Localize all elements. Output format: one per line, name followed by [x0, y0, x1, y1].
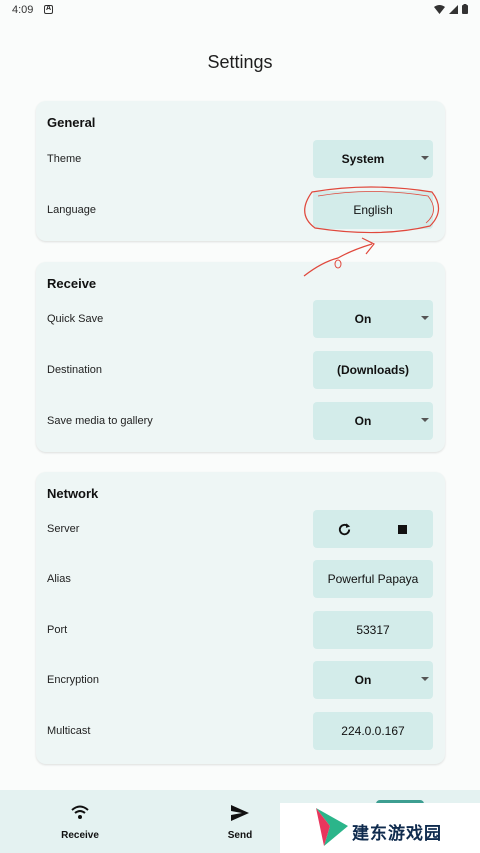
- nav-receive-label: Receive: [61, 830, 99, 841]
- language-button[interactable]: English: [313, 191, 433, 229]
- network-card: Network Server Alias Powerful Papaya Por…: [36, 472, 445, 764]
- alias-field[interactable]: Powerful Papaya: [313, 560, 433, 598]
- status-time: 4:09: [12, 4, 34, 16]
- quick-save-label: Quick Save: [47, 313, 104, 325]
- nav-send[interactable]: Send: [200, 790, 280, 853]
- nav-send-label: Send: [227, 830, 253, 841]
- multicast-label: Multicast: [47, 725, 91, 737]
- save-media-value: On: [354, 414, 372, 428]
- a-notification-icon: A: [44, 5, 53, 14]
- receive-title: Receive: [47, 276, 97, 291]
- chevron-down-icon: [421, 418, 429, 422]
- chevron-down-icon: [421, 156, 429, 160]
- save-media-label: Save media to gallery: [47, 415, 153, 427]
- signal-icon: [449, 4, 458, 14]
- save-media-dropdown[interactable]: On: [313, 402, 433, 440]
- destination-value: (Downloads): [337, 363, 409, 377]
- server-controls: [313, 510, 433, 548]
- receive-card: Receive Quick Save On Destination (Downl…: [36, 262, 445, 452]
- language-label: Language: [47, 204, 96, 216]
- destination-label: Destination: [47, 364, 103, 376]
- wifi-icon: [434, 4, 445, 14]
- encryption-label: Encryption: [47, 674, 99, 686]
- encryption-value: On: [354, 673, 372, 687]
- watermark-text: 建东游戏园: [352, 824, 442, 843]
- theme-label: Theme: [47, 153, 82, 165]
- alias-value: Powerful Papaya: [327, 572, 419, 586]
- multicast-field[interactable]: 224.0.0.167: [313, 712, 433, 750]
- port-field[interactable]: 53317: [313, 611, 433, 649]
- destination-button[interactable]: (Downloads): [313, 351, 433, 389]
- language-value: English: [353, 203, 393, 217]
- status-icons: [434, 4, 468, 14]
- general-card: General Theme System Language English: [36, 101, 445, 241]
- status-bar: 4:09 A: [0, 0, 480, 22]
- stop-icon[interactable]: [398, 524, 407, 534]
- wifi-icon: [71, 805, 89, 819]
- theme-value: System: [341, 152, 385, 166]
- encryption-dropdown[interactable]: On: [313, 661, 433, 699]
- refresh-icon[interactable]: [337, 522, 352, 537]
- multicast-value: 224.0.0.167: [341, 724, 405, 738]
- general-title: General: [47, 115, 96, 130]
- send-icon: [231, 805, 249, 821]
- quick-save-dropdown[interactable]: On: [313, 300, 433, 338]
- port-label: Port: [47, 624, 68, 636]
- battery-icon: [462, 4, 468, 14]
- port-value: 53317: [356, 623, 390, 637]
- chevron-down-icon: [421, 677, 429, 681]
- alias-label: Alias: [47, 573, 71, 585]
- chevron-down-icon: [421, 316, 429, 320]
- server-label: Server: [47, 523, 80, 535]
- theme-dropdown[interactable]: System: [313, 140, 433, 178]
- quick-save-value: On: [354, 312, 372, 326]
- network-title: Network: [47, 486, 99, 501]
- page-title: Settings: [207, 52, 273, 72]
- watermark-logo-icon: [316, 808, 348, 846]
- nav-receive[interactable]: Receive: [40, 790, 120, 853]
